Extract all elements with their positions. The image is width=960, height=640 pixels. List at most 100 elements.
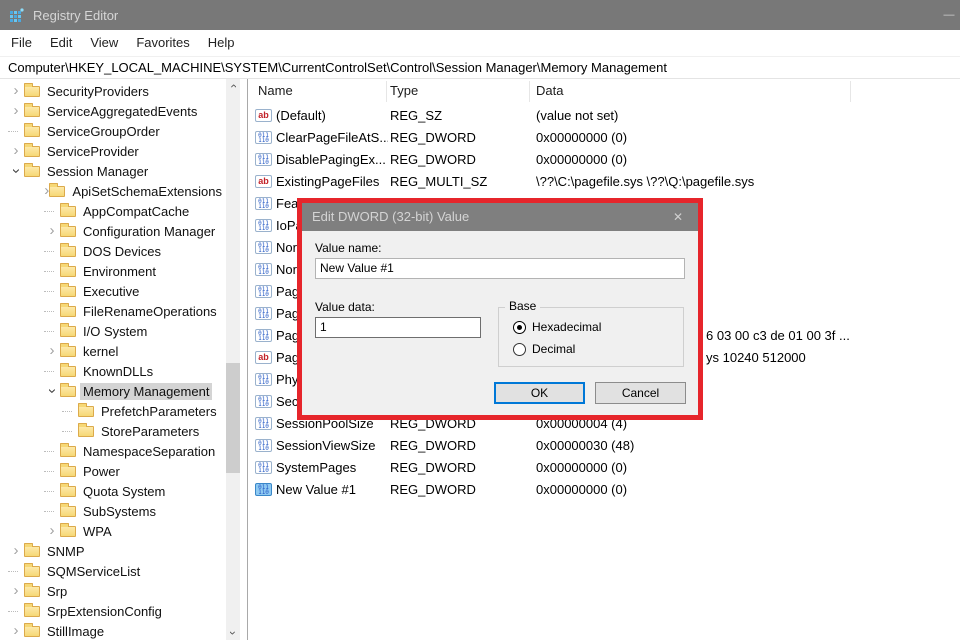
close-icon[interactable]: ✕ [658,203,698,231]
value-row-new-value-1[interactable]: 011 110 New Value #1 REG_DWORD 0x00000000 (… [248,478,960,500]
cancel-button[interactable]: Cancel [595,382,686,404]
tree-item-prefetchparameters[interactable]: PrefetchParameters [0,401,225,421]
tree-item-serviceprovider[interactable]: › ServiceProvider [0,141,225,161]
tree-item-filerenameoperations[interactable]: FileRenameOperations [0,301,225,321]
tree-item-label: KnownDLLs [83,363,154,379]
value-row-sessionviewsize[interactable]: 011 110 SessionViewSize REG_DWORD 0x0000003… [248,434,960,456]
dword-value-icon: 011 110 [255,482,272,496]
tree-item-environment[interactable]: Environment [0,261,225,281]
tree-item-label: SrpExtensionConfig [47,603,162,619]
string-value-icon: ab [255,174,272,188]
column-divider[interactable] [386,81,387,102]
value-row-clearpagefileats[interactable]: 011 110 ClearPageFileAtS... REG_DWORD 0x000… [248,126,960,148]
chevron-right-icon[interactable]: › [8,623,24,638]
tree-item-label: Memory Management [80,382,213,400]
value-data-label: Value data: [315,300,375,314]
chevron-right-icon[interactable]: › [8,583,24,598]
minimize-icon[interactable]: — [940,0,958,30]
scroll-up-icon[interactable]: › [226,79,240,93]
value-row-systempages[interactable]: 011 110 SystemPages REG_DWORD 0x00000000 (0… [248,456,960,478]
menu-item-edit[interactable]: Edit [41,30,81,56]
scroll-down-icon[interactable]: › [226,626,240,640]
tree-connector [62,410,72,412]
tree-item-memory-management[interactable]: › Memory Management [0,381,225,401]
column-header-type[interactable]: Type [390,83,418,98]
chevron-right-icon[interactable]: › [44,223,60,238]
radio-button-icon[interactable] [513,320,526,334]
radio-decimal[interactable]: Decimal [513,342,575,356]
value-row-disablepagingex[interactable]: 011 110 DisablePagingEx... REG_DWORD 0x0000… [248,148,960,170]
value-name: New Value #1 [276,481,356,497]
tree-item-namespaceseparation[interactable]: NamespaceSeparation [0,441,225,461]
tree-item-snmp[interactable]: › SNMP [0,541,225,561]
dword-value-icon: 011 110 [255,328,272,342]
radio-button-icon[interactable] [513,342,526,356]
tree-item-label: ServiceGroupOrder [47,123,160,139]
tree-item-srp[interactable]: › Srp [0,581,225,601]
value-data: 0x00000000 (0) [536,129,628,145]
chevron-right-icon[interactable]: › [8,143,24,158]
tree-item-storeparameters[interactable]: StoreParameters [0,421,225,441]
menu-item-favorites[interactable]: Favorites [127,30,198,56]
tree-item-wpa[interactable]: › WPA [0,521,225,541]
tree-item-executive[interactable]: Executive [0,281,225,301]
chevron-right-icon[interactable]: › [8,543,24,558]
tree-item-i-o-system[interactable]: I/O System [0,321,225,341]
tree-item-subsystems[interactable]: SubSystems [0,501,225,521]
value-name: ExistingPageFiles [276,173,380,189]
value-data-field[interactable]: 1 [315,317,481,338]
registry-tree-items: › SecurityProviders › ServiceAggregatedEven… [0,81,225,640]
tree-item-securityproviders[interactable]: › SecurityProviders [0,81,225,101]
column-divider[interactable] [850,81,851,102]
tree-item-srpextensionconfig[interactable]: SrpExtensionConfig [0,601,225,621]
tree-item-dos-devices[interactable]: DOS Devices [0,241,225,261]
tree-connector [44,310,54,312]
window-title: Registry Editor [33,7,119,23]
chevron-right-icon[interactable]: › [8,103,24,118]
column-divider[interactable] [529,81,530,102]
value-row-existingpagefiles[interactable]: ab ExistingPageFiles REG_MULTI_SZ \??\C:\pa… [248,170,960,192]
registry-tree-pane: › SecurityProviders › ServiceAggregatedEven… [0,79,248,640]
folder-icon [24,602,40,617]
dword-value-icon: 011 110 [255,130,272,144]
scrollbar-thumb[interactable] [226,363,240,473]
chevron-right-icon[interactable]: › [44,343,60,358]
tree-connector [44,290,54,292]
tree-item-apisetschemaextensions[interactable]: › ApiSetSchemaExtensions [0,181,225,201]
chevron-down-icon[interactable]: › [8,163,25,179]
value-row-default[interactable]: ab (Default) REG_SZ (value not set) [248,104,960,126]
tree-item-power[interactable]: Power [0,461,225,481]
folder-icon [60,522,76,537]
folder-icon [24,142,40,157]
menu-item-file[interactable]: File [2,30,41,56]
dword-value-icon: 011 110 [255,416,272,430]
tree-item-quota-system[interactable]: Quota System [0,481,225,501]
tree-item-knowndlls[interactable]: KnownDLLs [0,361,225,381]
tree-item-servicegrouporder[interactable]: ServiceGroupOrder [0,121,225,141]
tree-item-stillimage[interactable]: › StillImage [0,621,225,640]
tree-item-kernel[interactable]: › kernel [0,341,225,361]
menu-item-help[interactable]: Help [199,30,244,56]
menu-item-view[interactable]: View [81,30,127,56]
chevron-right-icon[interactable]: › [8,83,24,98]
registry-editor-app-icon [10,8,24,22]
value-type: REG_DWORD [390,151,476,167]
column-header-data[interactable]: Data [536,83,563,98]
value-name-field[interactable]: New Value #1 [315,258,685,279]
tree-connector [44,270,54,272]
tree-item-configuration-manager[interactable]: › Configuration Manager [0,221,225,241]
radio-hexadecimal[interactable]: Hexadecimal [513,320,601,334]
ok-button[interactable]: OK [494,382,585,404]
tree-item-session-manager[interactable]: › Session Manager [0,161,225,181]
column-header-name[interactable]: Name [258,83,293,98]
tree-item-label: Executive [83,283,140,299]
tree-item-appcompatcache[interactable]: AppCompatCache [0,201,225,221]
tree-item-sqmservicelist[interactable]: SQMServiceList [0,561,225,581]
chevron-down-icon[interactable]: › [44,383,61,399]
chevron-right-icon[interactable]: › [44,523,60,538]
tree-scrollbar[interactable]: › › [226,79,240,640]
tree-item-label: WPA [83,523,112,539]
value-name: SessionViewSize [276,437,376,453]
tree-item-serviceaggregatedevents[interactable]: › ServiceAggregatedEvents [0,101,225,121]
address-bar[interactable]: Computer\HKEY_LOCAL_MACHINE\SYSTEM\Curre… [0,56,960,79]
